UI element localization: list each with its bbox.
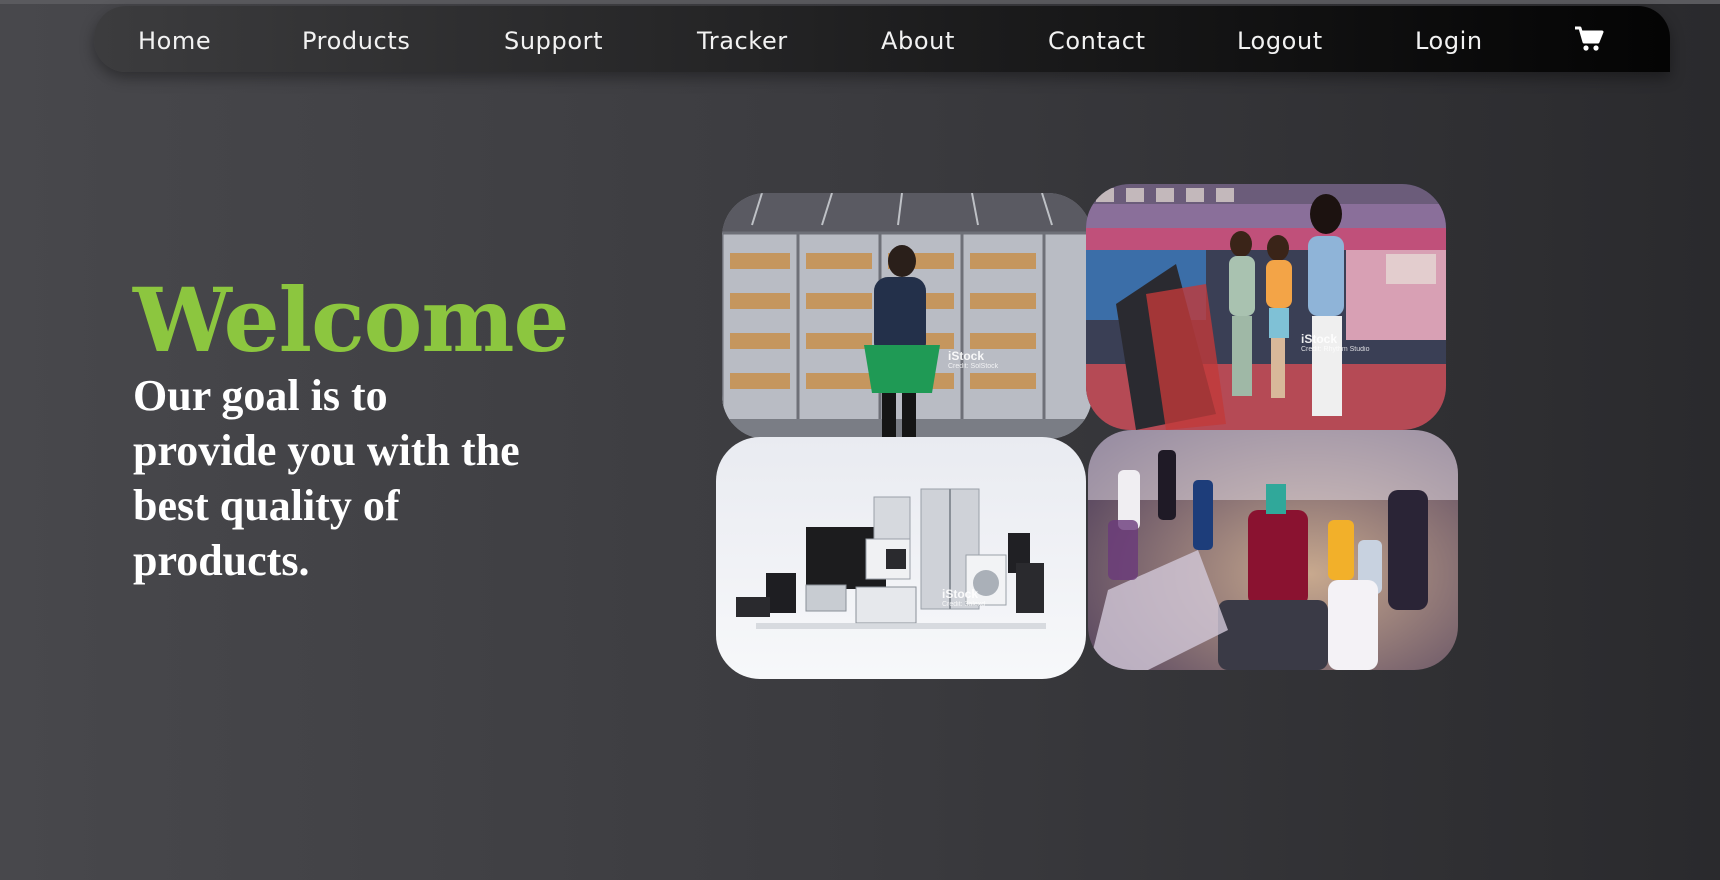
image-watermark: iStock Credit: 3alexd	[942, 587, 986, 608]
nav-login-link[interactable]: Login	[1415, 27, 1483, 55]
nav-support-link[interactable]: Support	[504, 27, 603, 55]
nav-contact-link[interactable]: Contact	[1048, 27, 1146, 55]
vape-products-photo	[1088, 430, 1458, 670]
welcome-heading: Welcome	[133, 268, 569, 372]
home-appliances-photo: iStock Credit: 3alexd	[716, 437, 1086, 679]
hero-section: Welcome Our goal is to provide you with …	[133, 268, 569, 588]
nav-home-link[interactable]: Home	[138, 27, 211, 55]
shopping-cart-icon[interactable]	[1574, 25, 1604, 53]
top-edge-strip	[0, 0, 1720, 4]
nav-products-link[interactable]: Products	[302, 27, 410, 55]
image-watermark: iStock Credit: Rhythm Studio	[1301, 332, 1370, 353]
image-watermark: iStock Credit: SolStock	[948, 349, 999, 370]
main-navbar: Home Products Support Tracker About Cont…	[94, 6, 1670, 72]
nav-tracker-link[interactable]: Tracker	[697, 27, 788, 55]
hero-tagline: Our goal is to provide you with the best…	[133, 371, 520, 585]
nav-logout-link[interactable]: Logout	[1237, 27, 1323, 55]
stationery-store-photo: iStock Credit: Rhythm Studio	[1086, 184, 1446, 430]
nav-about-link[interactable]: About	[881, 27, 955, 55]
grocery-freezer-photo: iStock Credit: SolStock	[722, 193, 1092, 439]
